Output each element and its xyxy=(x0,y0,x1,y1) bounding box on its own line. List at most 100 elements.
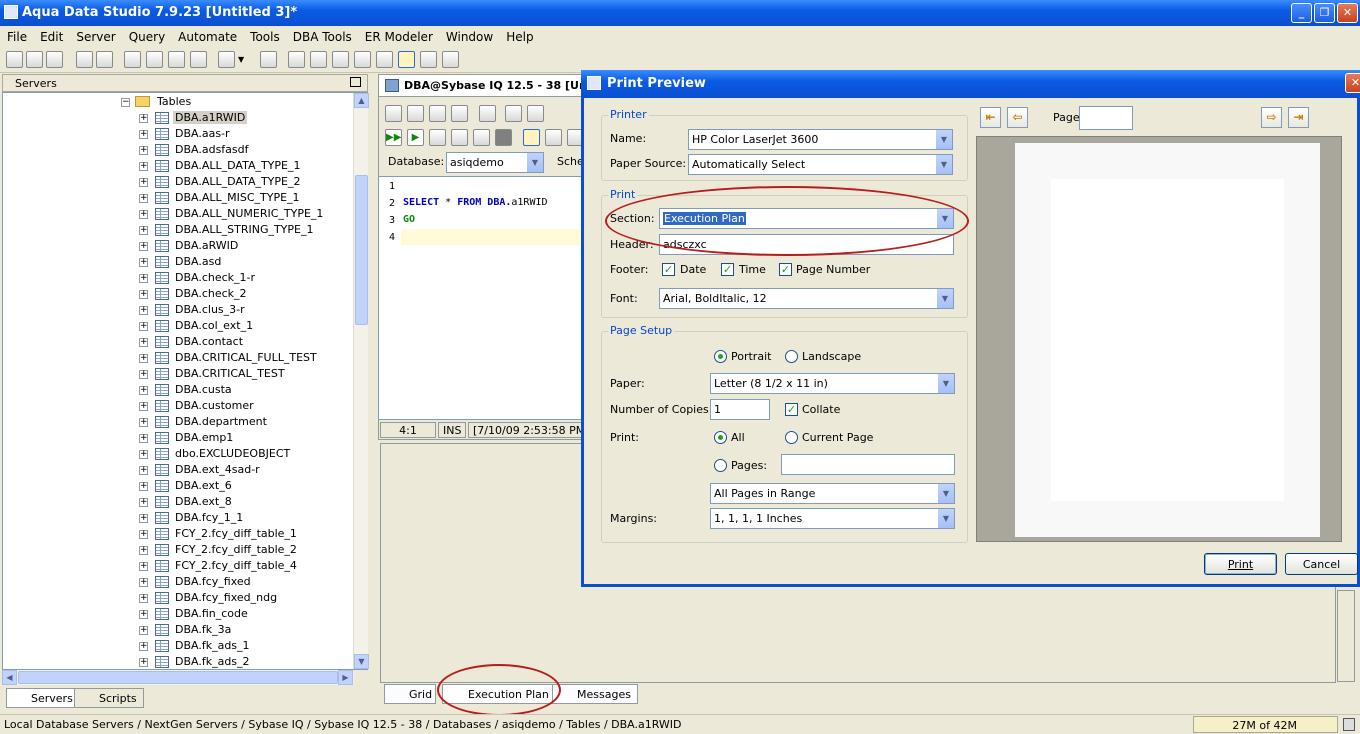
plan-icon[interactable] xyxy=(473,129,490,146)
current-page-radio[interactable] xyxy=(785,431,798,444)
expand-icon[interactable]: + xyxy=(139,402,148,411)
footer-page-number-checkbox[interactable]: ✓ xyxy=(779,263,792,276)
editor-tab[interactable]: DBA@Sybase IQ 12.5 - 38 [Untit xyxy=(378,74,601,96)
expand-icon[interactable]: + xyxy=(139,546,148,555)
expand-icon[interactable]: + xyxy=(139,562,148,571)
menu-tools[interactable]: Tools xyxy=(243,26,286,44)
expand-icon[interactable]: + xyxy=(139,226,148,235)
chevron-down-icon[interactable]: ▼ xyxy=(937,509,954,528)
procedure-icon[interactable] xyxy=(190,51,207,68)
chevron-down-icon[interactable]: ▼ xyxy=(937,484,954,503)
menu-er-modeler[interactable]: ER Modeler xyxy=(358,26,439,44)
trash-icon[interactable] xyxy=(1343,718,1355,731)
printer-name-select[interactable]: HP Color LaserJet 3600 ▼ xyxy=(688,129,953,150)
chevron-down-icon[interactable]: ▼ xyxy=(526,153,543,172)
expand-icon[interactable]: + xyxy=(139,130,148,139)
scroll-down-icon[interactable]: ▼ xyxy=(354,654,369,669)
pages-radio[interactable] xyxy=(714,459,727,472)
expand-icon[interactable]: + xyxy=(139,642,148,651)
expand-icon[interactable]: + xyxy=(139,322,148,331)
scroll-thumb[interactable] xyxy=(355,175,368,325)
expand-icon[interactable]: + xyxy=(139,338,148,347)
portrait-radio[interactable] xyxy=(714,350,727,363)
scripts-icon[interactable] xyxy=(218,51,235,68)
menu-dba-tools[interactable]: DBA Tools xyxy=(286,26,358,44)
expand-icon[interactable]: + xyxy=(139,178,148,187)
layout-3-icon[interactable] xyxy=(332,51,349,68)
open-file-icon[interactable] xyxy=(407,105,424,122)
expand-icon[interactable]: + xyxy=(139,242,148,251)
previous-page-icon[interactable]: ⇦ xyxy=(1007,107,1028,128)
expand-icon[interactable]: + xyxy=(139,418,148,427)
last-page-icon[interactable]: ⇥ xyxy=(1288,107,1309,128)
results-scrollbar[interactable] xyxy=(1337,590,1355,682)
save-all-icon[interactable] xyxy=(451,105,468,122)
menu-automate[interactable]: Automate xyxy=(171,26,243,44)
expand-icon[interactable]: + xyxy=(139,578,148,587)
step-icon[interactable] xyxy=(429,129,446,146)
copy-icon[interactable] xyxy=(527,105,544,122)
layout-2-icon[interactable] xyxy=(310,51,327,68)
sql-editor[interactable]: 1 2 3 4 SELECT * FROM DBA.a1RWID GO xyxy=(378,176,588,420)
print-icon[interactable] xyxy=(479,105,496,122)
pages-input[interactable] xyxy=(781,454,955,475)
chevron-down-icon[interactable]: ▼ xyxy=(935,155,952,174)
chevron-down-icon[interactable]: ▼ xyxy=(936,289,953,308)
layout-6-icon[interactable] xyxy=(398,51,415,68)
maximize-button[interactable]: ❐ xyxy=(1314,3,1335,23)
tab-messages[interactable]: Messages xyxy=(552,684,638,704)
expand-icon[interactable]: + xyxy=(139,434,148,443)
menu-query[interactable]: Query xyxy=(122,26,171,44)
edit-server-icon[interactable] xyxy=(26,51,43,68)
expand-icon[interactable]: + xyxy=(139,610,148,619)
scroll-right-icon[interactable]: ▶ xyxy=(338,670,353,685)
dropdown-arrow-icon[interactable]: ▼ xyxy=(238,55,250,72)
close-button[interactable]: ✕ xyxy=(1337,3,1358,23)
landscape-radio[interactable] xyxy=(785,350,798,363)
expand-icon[interactable]: + xyxy=(139,658,148,667)
page-range-select[interactable]: All Pages in Range ▼ xyxy=(710,483,955,504)
query-analyzer-icon[interactable] xyxy=(146,51,163,68)
minimize-button[interactable]: _ xyxy=(1291,3,1312,23)
expand-icon[interactable]: + xyxy=(139,194,148,203)
expand-icon[interactable]: + xyxy=(139,210,148,219)
database-select[interactable]: asiqdemo ▼ xyxy=(446,152,544,173)
expand-icon[interactable]: + xyxy=(139,162,148,171)
collate-checkbox[interactable]: ✓ xyxy=(785,403,798,416)
expand-icon[interactable]: + xyxy=(139,114,148,123)
auto-commit-icon[interactable] xyxy=(523,129,540,146)
layout-5-icon[interactable] xyxy=(376,51,393,68)
expand-icon[interactable]: + xyxy=(139,482,148,491)
expand-icon[interactable]: + xyxy=(139,258,148,267)
run-icon[interactable]: ▶ xyxy=(407,129,424,146)
tab-grid[interactable]: Grid xyxy=(384,684,436,704)
cancel-button[interactable]: Cancel xyxy=(1285,553,1358,575)
execute-icon[interactable]: ▶▶ xyxy=(385,129,402,146)
scroll-left-icon[interactable]: ◀ xyxy=(2,670,17,685)
expand-icon[interactable]: + xyxy=(139,354,148,363)
paper-source-select[interactable]: Automatically Select ▼ xyxy=(688,154,953,175)
monitor-icon[interactable] xyxy=(260,51,277,68)
hscroll-thumb[interactable] xyxy=(18,671,338,684)
expand-icon[interactable]: + xyxy=(139,306,148,315)
menu-file[interactable]: File xyxy=(0,26,33,44)
menu-window[interactable]: Window xyxy=(439,26,499,44)
new-server-icon[interactable] xyxy=(6,51,23,68)
menu-server[interactable]: Server xyxy=(69,26,121,44)
expand-icon[interactable]: + xyxy=(139,370,148,379)
restore-panel-icon[interactable] xyxy=(350,77,361,87)
margins-select[interactable]: 1, 1, 1, 1 Inches ▼ xyxy=(710,508,955,529)
tab-servers[interactable]: Servers xyxy=(6,688,80,708)
tree-horizontal-scrollbar[interactable]: ◀ ▶ xyxy=(2,670,354,685)
new-file-icon[interactable] xyxy=(385,105,402,122)
layout-1-icon[interactable] xyxy=(288,51,305,68)
expand-icon[interactable]: + xyxy=(139,498,148,507)
chevron-down-icon[interactable]: ▼ xyxy=(937,374,954,393)
menu-help[interactable]: Help xyxy=(499,26,539,44)
print-all-radio[interactable] xyxy=(714,431,727,444)
footer-time-checkbox[interactable]: ✓ xyxy=(721,263,734,276)
expand-icon[interactable]: + xyxy=(139,290,148,299)
tab-scripts[interactable]: Scripts xyxy=(74,688,144,708)
save-icon[interactable] xyxy=(429,105,446,122)
grid-icon[interactable] xyxy=(442,51,459,68)
